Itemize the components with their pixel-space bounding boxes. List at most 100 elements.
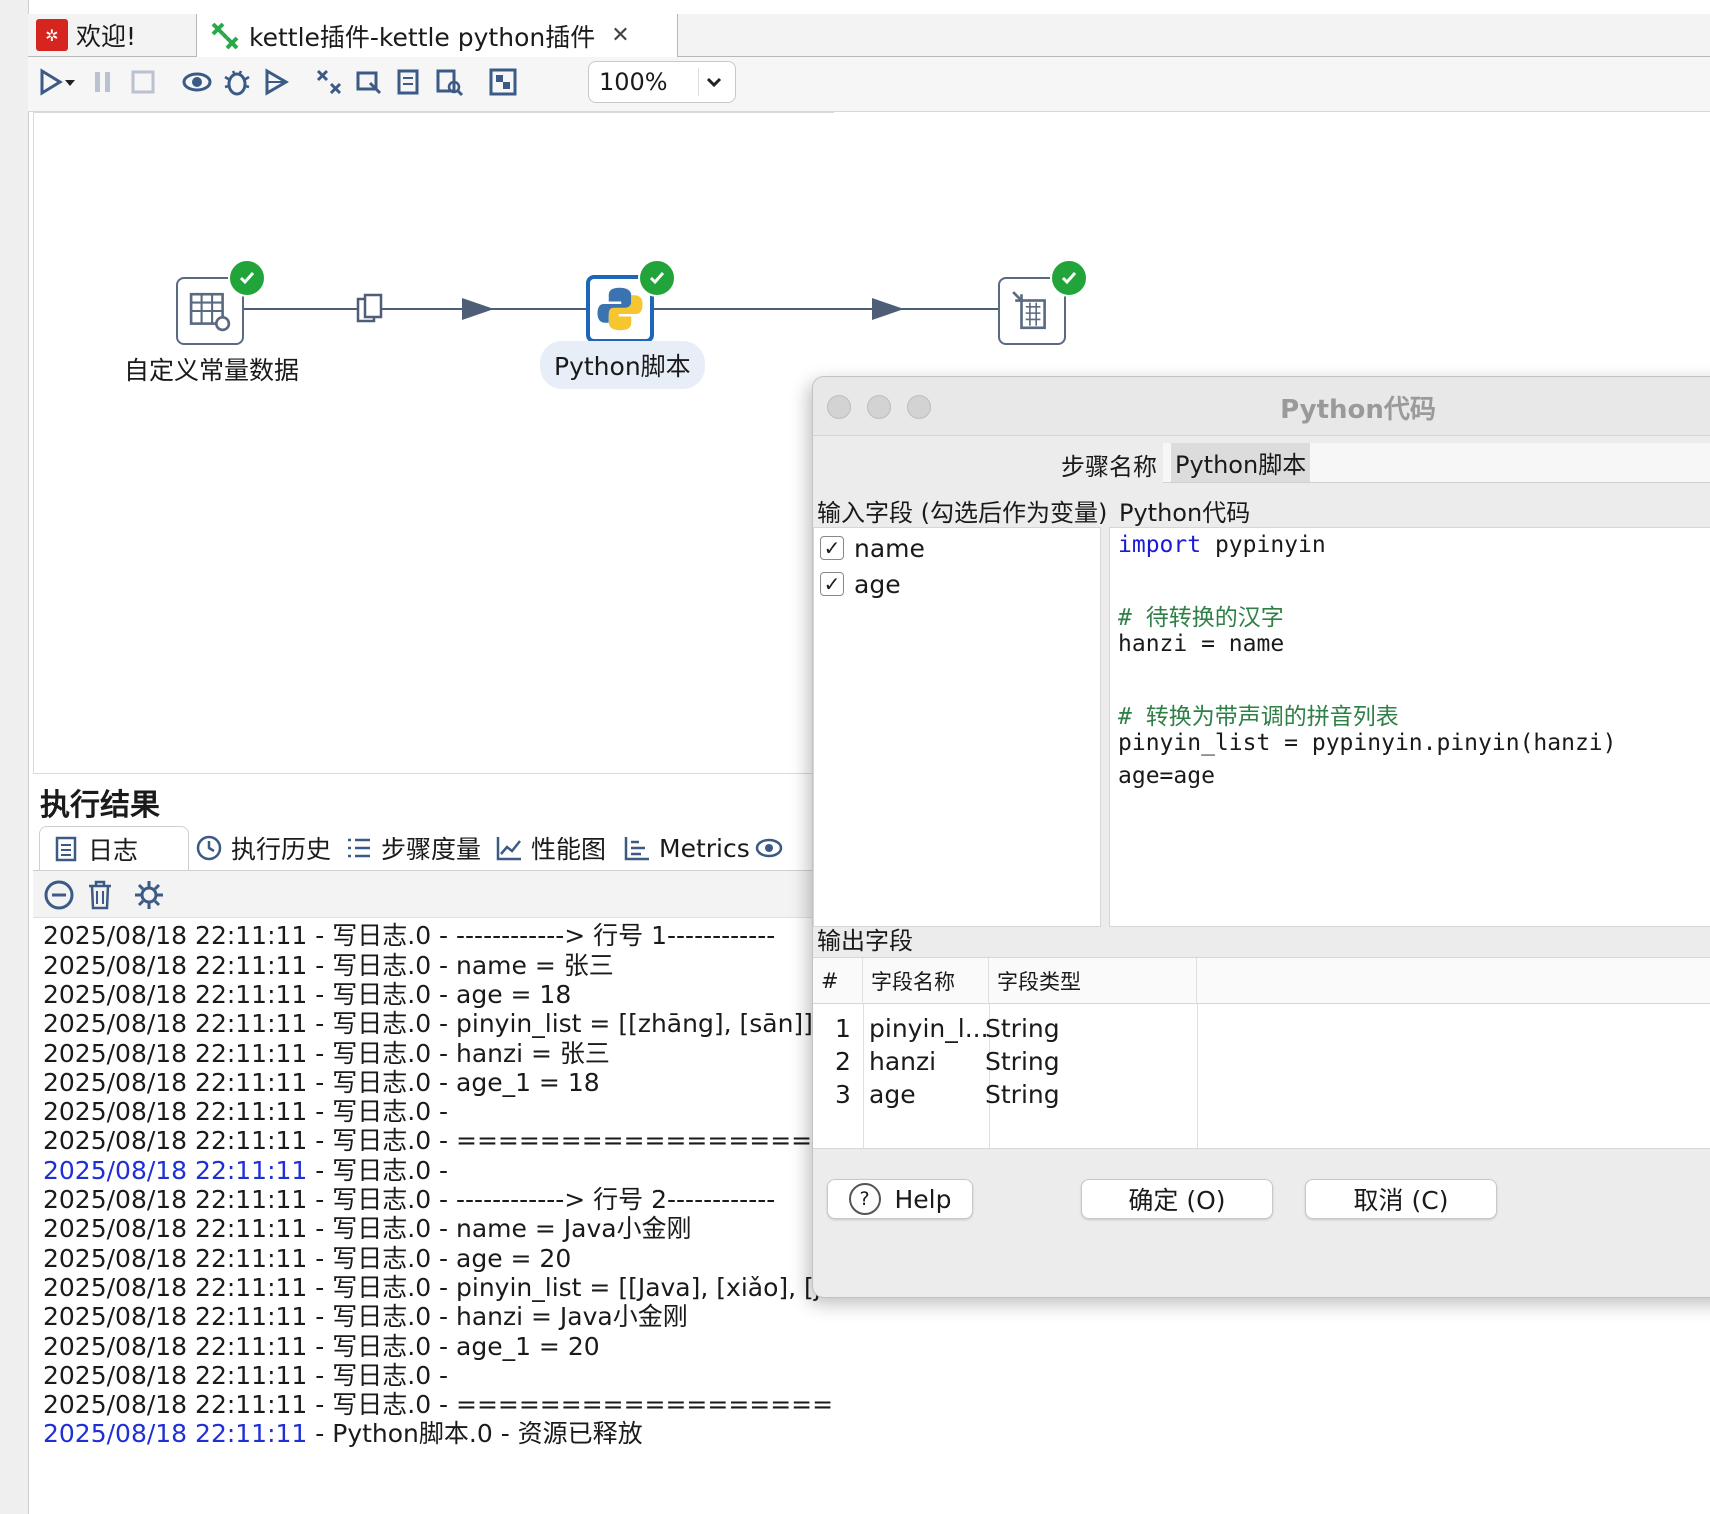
hop-line-1[interactable] xyxy=(242,308,592,310)
tab-performance-graph-label: 性能图 xyxy=(531,835,607,864)
log-timestamp: 2025/08/18 22:11:11 xyxy=(43,1390,308,1420)
python-code-editor[interactable]: import pypinyin # 待转换的汉字 hanzi = name # 转换为… xyxy=(1109,527,1710,927)
clear-log-icon[interactable] xyxy=(43,879,75,911)
log-message: - 写日志.0 - ==================== xyxy=(307,1390,833,1420)
log-line: 2025/08/18 22:11:11 - 写日志.0 - age = 18 xyxy=(43,980,571,1010)
explore-db-icon[interactable] xyxy=(432,65,466,99)
ok-button[interactable]: 确定 (O) xyxy=(1081,1179,1273,1219)
tab-transformation-label: kettle插件-kettle python插件 xyxy=(249,22,596,52)
log-message: - 写日志.0 - xyxy=(307,1155,449,1185)
field-name-cell[interactable]: hanzi xyxy=(869,1047,936,1076)
code-text: age=age xyxy=(1118,763,1215,789)
tab-preview[interactable] xyxy=(755,826,791,870)
column-header-field-name[interactable]: 字段名称 xyxy=(863,958,989,1004)
log-line: 2025/08/18 22:11:11 - 写日志.0 - age_1 = 20 xyxy=(43,1332,600,1362)
tab-welcome[interactable]: ✲ 欢迎! xyxy=(30,14,194,56)
log-message: - 写日志.0 - ------------> 行号 2------------ xyxy=(307,1185,776,1214)
log-line: 2025/08/18 22:11:11 - 写日志.0 - xyxy=(43,1097,448,1127)
column-divider xyxy=(863,1004,864,1148)
column-header-field-type[interactable]: 字段类型 xyxy=(989,958,1197,1004)
gear-icon[interactable] xyxy=(133,879,165,911)
log-timestamp: 2025/08/18 22:11:11 xyxy=(43,1214,308,1244)
debug-icon[interactable] xyxy=(220,65,254,99)
run-dropdown-icon[interactable] xyxy=(62,65,78,99)
hop-arrow-2 xyxy=(872,298,904,320)
tab-metrics[interactable]: Metrics xyxy=(623,826,750,870)
help-icon: ? xyxy=(848,1183,881,1215)
log-message: - 写日志.0 - ------------> 行号 1------------ xyxy=(307,921,776,951)
step-label: 自定义常量数据 xyxy=(124,356,300,385)
input-fields-label: 输入字段 (勾选后作为变量) xyxy=(817,499,1108,527)
field-checkbox[interactable]: ✓ xyxy=(820,536,844,560)
kettle-logo-icon: ✲ xyxy=(36,19,68,51)
status-ok-icon xyxy=(228,259,266,297)
step-name-value: Python脚本 xyxy=(1171,443,1311,482)
row-index: 2 xyxy=(835,1047,851,1076)
replay-icon[interactable] xyxy=(260,65,294,99)
eye-icon xyxy=(755,838,783,858)
field-type-cell[interactable]: String xyxy=(985,1014,1060,1043)
log-message: - Python脚本.0 - 资源已释放 xyxy=(307,1419,643,1449)
log-message: - 写日志.0 - xyxy=(307,1097,449,1127)
input-field-row[interactable]: ✓ name xyxy=(820,532,925,564)
chevron-down-icon[interactable] xyxy=(698,68,729,96)
close-icon[interactable]: ✕ xyxy=(611,23,629,48)
log-message: - 写日志.0 - age_1 = 18 xyxy=(307,1067,600,1097)
write-log-icon xyxy=(1012,291,1046,330)
field-name-cell[interactable]: age xyxy=(869,1080,916,1109)
code-comment: # 转换为带声调的拼音列表 xyxy=(1118,704,1399,730)
pause-icon[interactable] xyxy=(86,65,120,99)
field-name: name xyxy=(854,533,925,563)
verify-icon[interactable] xyxy=(312,65,346,99)
log-timestamp: 2025/08/18 22:11:11 xyxy=(43,1155,308,1185)
field-type-cell[interactable]: String xyxy=(985,1080,1060,1109)
step-metrics-icon xyxy=(348,838,370,858)
python-code-label: Python代码 xyxy=(1119,499,1251,527)
tab-metrics-label: Metrics xyxy=(659,833,750,863)
hop-line-2[interactable] xyxy=(652,308,1002,310)
tab-log-label: 日志 xyxy=(88,835,139,865)
cancel-button[interactable]: 取消 (C) xyxy=(1305,1179,1497,1219)
log-line: 2025/08/18 22:11:11 - 写日志.0 - ----------… xyxy=(43,1185,775,1215)
chart-icon xyxy=(496,837,521,861)
step-name-label: 步骤名称 xyxy=(1061,453,1157,481)
impact-icon[interactable] xyxy=(352,65,386,99)
history-icon xyxy=(196,835,222,861)
transformation-canvas[interactable]: 自定义常量数据 Python脚本 xyxy=(33,112,1088,774)
log-message: - 写日志.0 - pinyin_list = [[Java], [xiǎo],… xyxy=(315,1272,833,1302)
log-timestamp: 2025/08/18 22:11:11 xyxy=(43,1185,308,1214)
sql-icon[interactable] xyxy=(392,65,426,99)
log-message: - 写日志.0 - ==================== xyxy=(307,1126,833,1156)
field-checkbox[interactable]: ✓ xyxy=(820,572,844,596)
log-line: 2025/08/18 22:11:11 - 写日志.0 - age = 20 xyxy=(43,1244,571,1274)
trash-icon[interactable] xyxy=(85,879,115,911)
log-message: - 写日志.0 - name = Java小金刚 xyxy=(307,1214,692,1244)
log-timestamp: 2025/08/18 22:11:11 xyxy=(43,1360,308,1390)
log-output[interactable]: 2025/08/18 22:11:11 - 写日志.0 -2025/08/18 … xyxy=(33,918,833,1514)
python-code-dialog: Python代码 步骤名称 Python脚本 输入字段 (勾选后作为变量) Py… xyxy=(812,376,1710,1298)
tab-step-metrics[interactable]: 步骤度量 xyxy=(345,826,481,870)
log-line: 2025/08/18 22:11:11 - 写日志.0 - age_1 = 18 xyxy=(43,1068,600,1098)
help-button-label: Help xyxy=(894,1184,952,1214)
show-results-icon[interactable] xyxy=(486,65,520,99)
code-line: age=age xyxy=(1118,763,1215,789)
zoom-value: 100% xyxy=(599,68,668,96)
input-field-row[interactable]: ✓ age xyxy=(820,568,901,600)
field-name-cell[interactable]: pinyin_l... xyxy=(869,1014,989,1043)
tab-welcome-label: 欢迎! xyxy=(76,22,137,51)
stop-icon[interactable] xyxy=(126,65,160,99)
zoom-select[interactable]: 100% xyxy=(588,61,736,103)
tab-log[interactable]: 日志 xyxy=(39,826,189,870)
code-line: pinyin_list = pypinyin.pinyin(hanzi) xyxy=(1118,730,1617,756)
help-button[interactable]: ? Help xyxy=(827,1179,973,1219)
step-name-input[interactable]: Python脚本 xyxy=(1163,443,1710,483)
output-fields-label: 输出字段 xyxy=(817,927,913,955)
tab-execution-history[interactable]: 执行历史 xyxy=(195,826,331,870)
field-type-cell[interactable]: String xyxy=(985,1047,1060,1076)
log-line: 2025/08/18 22:11:11 - 写日志.0 - xyxy=(43,1156,448,1186)
preview-icon[interactable] xyxy=(180,65,214,99)
editor-tab-bar: ✲ 欢迎! kettle插件-kettle python插件 ✕ xyxy=(28,14,1710,57)
tab-transformation[interactable]: kettle插件-kettle python插件 ✕ xyxy=(196,14,678,57)
log-timestamp: 2025/08/18 22:11:11 xyxy=(43,979,308,1009)
tab-performance-graph[interactable]: 性能图 xyxy=(495,826,606,870)
